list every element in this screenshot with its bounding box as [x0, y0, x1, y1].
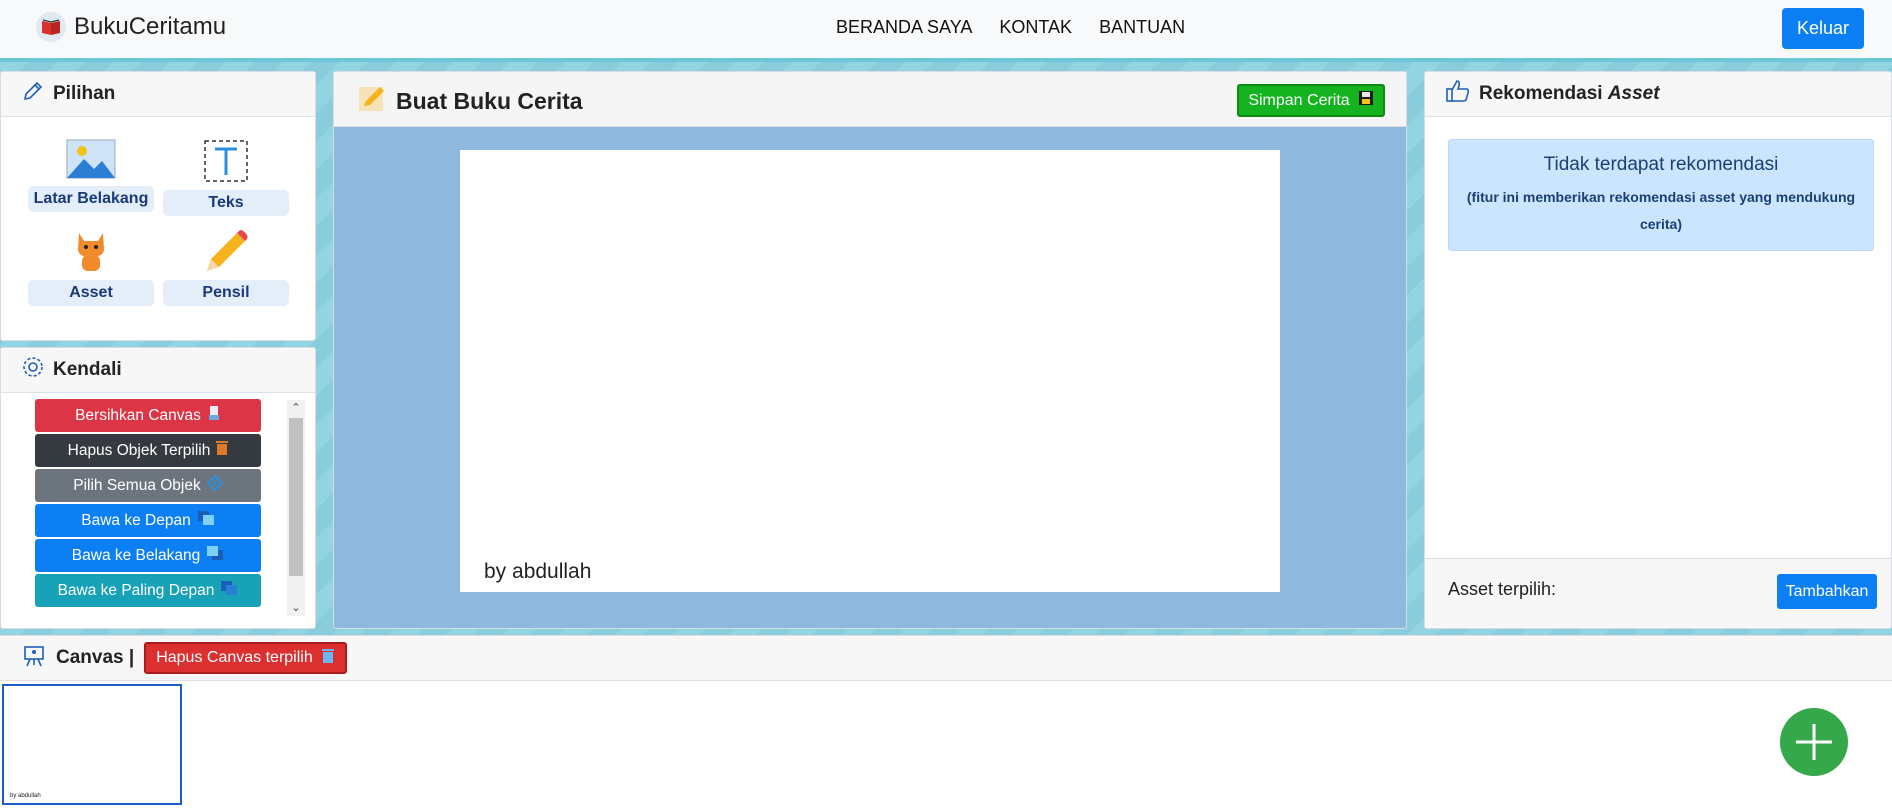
- button-label: Simpan Cerita: [1248, 91, 1350, 109]
- select-all-button[interactable]: Pilih Semua Objek: [35, 469, 261, 502]
- button-label: Hapus Canvas terpilih: [156, 649, 313, 666]
- delete-selected-button[interactable]: Hapus Objek Terpilih: [35, 434, 261, 467]
- add-asset-button[interactable]: Tambahkan: [1777, 574, 1877, 609]
- nav-links: BERANDA SAYA KONTAK BANTUAN: [836, 17, 1185, 38]
- tool-label: Teks: [163, 190, 289, 216]
- easel-icon: [22, 644, 46, 673]
- pilihan-header: Pilihan: [1, 72, 315, 117]
- button-label: Pilih Semua Objek: [73, 476, 201, 494]
- image-icon: [66, 139, 116, 184]
- alert-subtitle: (fitur ini memberikan rekomendasi asset …: [1466, 189, 1856, 232]
- clear-canvas-button[interactable]: Bersihkan Canvas: [35, 399, 261, 432]
- chevron-down-icon[interactable]: ⌄: [287, 600, 305, 616]
- tool-label: Asset: [28, 280, 154, 306]
- cat-icon: [73, 229, 109, 278]
- delete-selected-canvas-button[interactable]: Hapus Canvas terpilih: [144, 642, 347, 674]
- nav-link-bantuan[interactable]: BANTUAN: [1099, 17, 1185, 38]
- kendali-header: Kendali: [1, 348, 315, 393]
- bring-to-front-icon: [220, 580, 238, 601]
- tool-teks[interactable]: Teks: [163, 139, 289, 216]
- button-label: Hapus Objek Terpilih: [67, 441, 211, 459]
- trash-icon: [321, 648, 335, 669]
- canvas-bar-title: Canvas |: [56, 647, 135, 668]
- tool-pensil[interactable]: Pensil: [163, 229, 289, 306]
- rekomendasi-panel: Rekomendasi Asset Tidak terdapat rekomen…: [1424, 71, 1892, 629]
- canvas-stage: by abdullah: [334, 127, 1406, 628]
- canvas-bar: Canvas | Hapus Canvas terpilih: [0, 635, 1892, 681]
- save-story-button[interactable]: Simpan Cerita: [1237, 84, 1385, 117]
- canvas-thumbnail[interactable]: by abdullah: [2, 684, 182, 805]
- no-recommendation-alert: Tidak terdapat rekomendasi (fitur ini me…: [1448, 139, 1874, 251]
- floppy-disk-icon: [1358, 90, 1374, 111]
- brand-name: BukuCeritamu: [74, 13, 227, 40]
- editor-header: Buat Buku Cerita Simpan Cerita: [334, 72, 1406, 127]
- send-backward-button[interactable]: Bawa ke Belakang: [35, 539, 261, 572]
- scroll-thumb[interactable]: [289, 418, 303, 576]
- nav-link-kontak[interactable]: KONTAK: [999, 17, 1072, 38]
- pencil-icon: [203, 229, 249, 278]
- story-canvas[interactable]: by abdullah: [460, 150, 1280, 592]
- editor-panel: Buat Buku Cerita Simpan Cerita by abdull…: [333, 71, 1407, 629]
- chevron-up-icon[interactable]: ⌃: [287, 400, 305, 416]
- tool-latar-belakang[interactable]: Latar Belakang: [28, 139, 154, 212]
- canvas-author-text[interactable]: by abdullah: [484, 560, 591, 584]
- bring-forward-icon: [197, 510, 215, 531]
- button-label: Bawa ke Depan: [81, 511, 191, 529]
- bring-to-front-button[interactable]: Bawa ke Paling Depan: [35, 574, 261, 607]
- button-label: Bersihkan Canvas: [75, 406, 201, 424]
- rekomendasi-footer: Asset terpilih: Tambahkan: [1425, 558, 1891, 628]
- control-button-list[interactable]: Bersihkan Canvas Hapus Objek Terpilih Pi…: [35, 399, 263, 617]
- top-navbar: BukuCeritamu BERANDA SAYA KONTAK BANTUAN…: [0, 0, 1892, 62]
- thumbs-up-icon: [1445, 78, 1471, 110]
- bring-forward-button[interactable]: Bawa ke Depan: [35, 504, 261, 537]
- tool-asset[interactable]: Asset: [28, 229, 154, 306]
- select-all-icon: [206, 474, 224, 496]
- gear-icon: [21, 355, 45, 385]
- add-canvas-button[interactable]: [1780, 708, 1848, 776]
- tool-label: Latar Belakang: [28, 186, 154, 212]
- broom-icon: [207, 405, 221, 426]
- text-icon: [203, 139, 249, 188]
- selected-asset-label: Asset terpilih:: [1448, 579, 1557, 599]
- alert-title: Tidak terdapat rekomendasi: [1543, 154, 1779, 175]
- button-label: Bawa ke Belakang: [71, 546, 201, 564]
- rekomendasi-title: Rekomendasi Asset: [1479, 83, 1660, 104]
- pencil-outline-icon: [21, 79, 45, 109]
- tool-label: Pensil: [163, 280, 289, 306]
- pencil-paper-icon: [358, 84, 386, 118]
- editor-title: Buat Buku Cerita: [358, 84, 583, 118]
- thumbnail-text: by abdullah: [10, 793, 41, 799]
- logout-button[interactable]: Keluar: [1782, 8, 1864, 49]
- send-backward-icon: [206, 545, 224, 566]
- nav-link-beranda[interactable]: BERANDA SAYA: [836, 17, 972, 38]
- button-label: Bawa ke Paling Depan: [57, 581, 215, 599]
- control-scrollbar[interactable]: ⌃ ⌄: [287, 400, 305, 616]
- book-icon: [36, 12, 66, 42]
- kendali-panel: Kendali Bersihkan Canvas Hapus Objek Ter…: [0, 347, 316, 629]
- kendali-title: Kendali: [53, 359, 122, 380]
- rekomendasi-header: Rekomendasi Asset: [1425, 72, 1891, 117]
- pilihan-title: Pilihan: [53, 83, 116, 104]
- plus-icon: [1780, 724, 1848, 780]
- brand[interactable]: BukuCeritamu: [36, 12, 226, 42]
- editor-title-text: Buat Buku Cerita: [396, 87, 583, 114]
- canvas-thumbnail-strip: by abdullah: [0, 681, 1892, 808]
- pilihan-panel: Pilihan Latar Belakang Teks Asset Pensil: [0, 71, 316, 341]
- trash-icon: [216, 440, 229, 461]
